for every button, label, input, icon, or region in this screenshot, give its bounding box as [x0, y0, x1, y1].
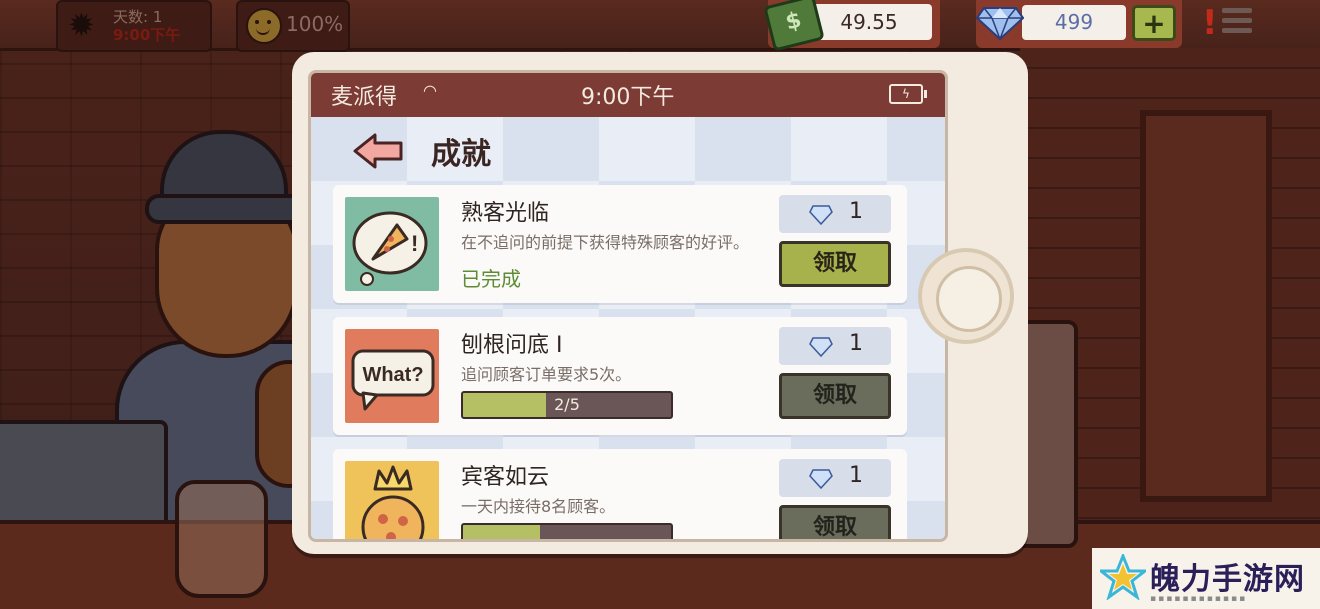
progress-fill — [463, 525, 540, 539]
achievement-card: ! 熟客光临 在不追问的前提下获得特殊顾客的好评。 已完成 1 领取 — [333, 185, 907, 303]
achievement-name: 熟客光临 — [461, 201, 550, 226]
achievement-card: What? 刨根问底 Ⅰ 追问顾客订单要求5次。 2/5 1 领取 — [333, 317, 907, 435]
watermark-url-icon: ▪▪▪▪▪▪▪▪▪▪▪▪ — [1150, 594, 1248, 604]
diamond-icon — [809, 337, 833, 357]
money-display: 49.55 $ — [763, 0, 940, 52]
gem-display: 499 + — [976, 0, 1182, 48]
reward-box: 1 — [779, 195, 891, 233]
star-logo-icon — [1100, 554, 1146, 600]
cash-icon: $ — [763, 0, 825, 52]
smiley-icon — [246, 8, 282, 44]
buy-gems-button[interactable]: + — [1132, 5, 1176, 41]
phone-screen: 麦派得 ◠ 9:00下午 ϟ 成就 ! 熟客光临 在不追问的前提下获得特殊顾客的… — [308, 70, 948, 542]
satisfaction-percent: 100% — [286, 12, 344, 36]
progress-text: 2/5 — [554, 395, 580, 414]
watermark: 魄力手游网 ▪▪▪▪▪▪▪▪▪▪▪▪ — [1092, 548, 1320, 609]
satisfaction-meter: 100% — [236, 0, 350, 52]
alert-icon[interactable]: ! — [1202, 4, 1218, 42]
diamond-icon — [976, 7, 1024, 40]
achievement-name: 刨根问底 Ⅰ — [461, 333, 563, 358]
claim-button[interactable]: 领取 — [779, 373, 891, 419]
virus-icon: ✹ — [68, 6, 95, 44]
svg-text:!: ! — [411, 231, 418, 256]
page-title: 成就 — [431, 137, 491, 172]
tip-jar — [175, 480, 268, 598]
watermark-text: 魄力手游网 — [1150, 562, 1305, 597]
reward-box: 1 — [779, 327, 891, 365]
achievement-description: 追问顾客订单要求5次。 — [461, 365, 632, 384]
claim-button[interactable]: 领取 — [779, 241, 891, 287]
crowned-pizza-icon — [345, 461, 439, 539]
phone-home-button[interactable] — [918, 248, 1014, 344]
reward-box: 1 — [779, 459, 891, 497]
day-counter: ✹ 天数: 1 9:00下午 — [56, 0, 212, 52]
completed-status: 已完成 — [461, 267, 521, 291]
diamond-icon — [809, 469, 833, 489]
achievements-page: 成就 ! 熟客光临 在不追问的前提下获得特殊顾客的好评。 已完成 1 领取 Wh… — [311, 117, 945, 539]
achievement-list[interactable]: ! 熟客光临 在不追问的前提下获得特殊顾客的好评。 已完成 1 领取 What?… — [333, 185, 907, 539]
progress-bar: 2/5 — [461, 391, 673, 419]
achievement-name: 宾客如云 — [461, 465, 550, 490]
menu-icon[interactable] — [1222, 8, 1252, 40]
achievement-card: 宾客如云 一天内接待8名顾客。 1 领取 — [333, 449, 907, 539]
wifi-icon: ◠ — [423, 81, 437, 100]
progress-bar — [461, 523, 673, 539]
clock-time: 9:00下午 — [581, 85, 675, 110]
battery-icon: ϟ — [889, 84, 927, 104]
door — [1140, 110, 1272, 502]
what-bubble-text: What? — [362, 364, 423, 386]
app-name: 麦派得 — [331, 85, 398, 110]
reward-amount: 1 — [849, 331, 863, 356]
back-arrow-icon[interactable] — [353, 133, 403, 169]
achievement-description: 一天内接待8名顾客。 — [461, 497, 616, 516]
reward-amount: 1 — [849, 199, 863, 224]
gem-amount: 499 — [1022, 5, 1126, 40]
pizza-thought-icon: ! — [345, 197, 439, 291]
what-speech-bubble-icon: What? — [345, 329, 439, 423]
diamond-icon — [809, 205, 833, 225]
day-time: 9:00下午 — [113, 26, 181, 44]
claim-button[interactable]: 领取 — [779, 505, 891, 539]
status-bar: 麦派得 ◠ 9:00下午 ϟ — [311, 73, 945, 117]
reward-amount: 1 — [849, 463, 863, 488]
money-amount: 49.55 — [806, 4, 932, 40]
achievement-description: 在不追问的前提下获得特殊顾客的好评。 — [461, 233, 750, 252]
